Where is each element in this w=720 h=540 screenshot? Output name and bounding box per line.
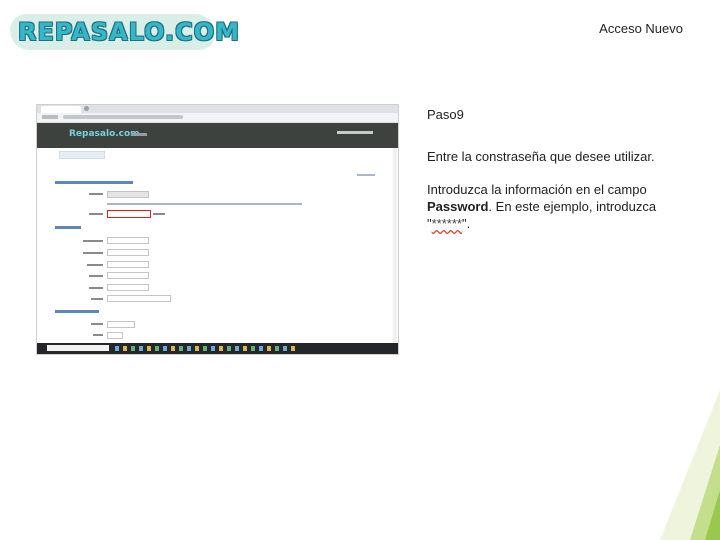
site-header-login [337, 131, 373, 134]
username-field [107, 191, 149, 198]
email-field [107, 272, 149, 279]
theme-select [107, 332, 123, 339]
section-account-header [55, 181, 133, 184]
nav-controls-icon [42, 115, 58, 119]
instruction-line-2: Introduzca la información en el campo Pa… [427, 181, 667, 232]
url-field [63, 115, 183, 119]
country-select [107, 295, 171, 302]
browser-screenshot: Repasalo.com [36, 104, 399, 355]
password-strength-text [153, 213, 165, 215]
section-personal-header [55, 226, 81, 229]
lastname-field [107, 249, 149, 256]
password-field-highlighted [107, 210, 151, 218]
theme-label [93, 334, 103, 336]
password-label [89, 213, 103, 215]
scrollbar [393, 148, 397, 343]
taskbar-app-icons [115, 346, 295, 351]
repasalo-logo: REPASALO.COM [10, 12, 239, 52]
new-tab-icon [84, 106, 89, 111]
browser-tab [41, 106, 81, 113]
logo-text: REPASALO.COM [18, 18, 241, 46]
username-label [89, 193, 103, 195]
address-bar [37, 113, 398, 123]
green-corner-decoration [660, 390, 720, 540]
phone-field [107, 284, 149, 291]
city-field [107, 261, 149, 268]
instruction-text-pre: Introduzca la información en el campo [427, 182, 647, 197]
step-number: Paso9 [427, 107, 464, 122]
site-header-link [131, 133, 147, 136]
instruction-line-1: Entre la constraseña que desee utilizar. [427, 149, 655, 164]
country-label [91, 298, 103, 300]
taskbar-search [47, 345, 109, 351]
instruction-text-post: ". [461, 216, 471, 231]
language-label [91, 323, 103, 325]
city-label [87, 264, 103, 266]
firstname-field [107, 237, 149, 244]
lastname-label [83, 252, 103, 254]
breadcrumb [59, 151, 105, 159]
example-password: ****** [431, 216, 462, 231]
password-hint-text [107, 203, 302, 205]
phone-label [89, 287, 103, 289]
email-label [89, 275, 103, 277]
help-link [357, 174, 375, 176]
password-keyword: Password [427, 199, 489, 214]
browser-tab-bar [37, 105, 398, 113]
firstname-label [83, 240, 103, 242]
language-select [107, 321, 135, 328]
site-logo: Repasalo.com [69, 129, 140, 139]
section-optional-header [55, 310, 99, 313]
slide-title: Acceso Nuevo [599, 21, 683, 36]
